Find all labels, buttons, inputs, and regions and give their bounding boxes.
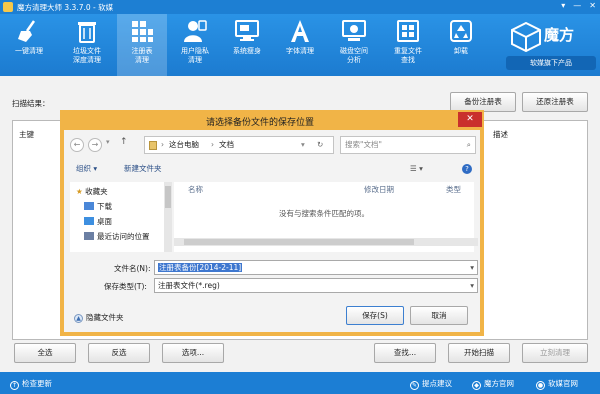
address-bar[interactable]: › 这台电脑 › 文档 ▾ ↻	[144, 136, 334, 154]
path-this-pc[interactable]: 这台电脑	[169, 137, 199, 153]
broom-icon	[18, 20, 36, 42]
registry-grid-icon	[132, 21, 153, 42]
column-name[interactable]: 名称	[188, 184, 203, 195]
command-bar: 组织 ▾ 新建文件夹 ☰ ▾ ?	[70, 160, 478, 178]
brand-area: 魔方 软媒旗下产品	[504, 18, 598, 74]
invert-select-button[interactable]: 反选	[88, 343, 150, 363]
select-all-button[interactable]: 全选	[14, 343, 76, 363]
font-clean-button[interactable]: 字体清理	[275, 14, 325, 76]
backup-registry-button[interactable]: 备份注册表	[450, 92, 516, 112]
magic-cube-logo-icon	[511, 22, 541, 52]
update-arrow-icon: ↑	[10, 381, 19, 390]
brand-tagline[interactable]: 软媒旗下产品	[506, 56, 596, 70]
minimize-button[interactable]: —	[573, 1, 581, 10]
new-folder-button[interactable]: 新建文件夹	[124, 160, 162, 178]
restore-registry-button[interactable]: 还原注册表	[522, 92, 588, 112]
filename-label: 文件名(N):	[114, 264, 151, 273]
registry-clean-button[interactable]: 注册表 清理	[117, 14, 167, 76]
hide-folders-toggle[interactable]: ▲ 隐藏文件夹	[74, 312, 124, 323]
mofang-site-link[interactable]: ◆ 魔方官网	[472, 378, 514, 390]
app-logo-icon	[3, 2, 13, 12]
help-icon[interactable]: ?	[462, 164, 472, 174]
filetype-label: 保存类型(T):	[104, 282, 147, 291]
one-click-clean-button[interactable]: 一键清理	[4, 14, 54, 76]
chevron-up-icon: ▲	[74, 314, 83, 323]
search-icon[interactable]: ⌕	[467, 137, 471, 153]
font-a-icon	[291, 20, 309, 42]
file-list-scrollbar[interactable]	[174, 238, 478, 246]
junk-files-button[interactable]: 垃圾文件 深度清理	[62, 14, 112, 76]
folder-path-icon	[149, 141, 157, 150]
menu-dropdown-icon[interactable]: ▾	[561, 1, 565, 10]
recent-dropdown-icon[interactable]: ▾	[106, 138, 110, 146]
search-input[interactable]: 搜索"文档" ⌕	[340, 136, 476, 154]
title-bar: 魔方清理大师 3.3.7.0 - 软媒 ▾ — ✕	[0, 0, 600, 14]
path-documents[interactable]: 文档	[219, 137, 234, 153]
save-button[interactable]: 保存(S)	[346, 306, 404, 325]
status-bar: ↑ 检查更新 ✎ 提点建议 ◆ 魔方官网 ● 软媒官网	[0, 372, 600, 394]
filetype-select[interactable]: 注册表文件(*.reg) ▾	[154, 278, 478, 293]
clean-now-button[interactable]: 立刻清理	[522, 343, 588, 363]
find-button[interactable]: 查找...	[374, 343, 436, 363]
column-type[interactable]: 类型	[446, 184, 461, 195]
ruanmei-logo-icon: ●	[536, 381, 545, 390]
cancel-button[interactable]: 取消	[410, 306, 468, 325]
nav-desktop[interactable]: 桌面	[84, 216, 112, 227]
desktop-icon	[84, 217, 94, 225]
up-arrow-icon[interactable]: ↑	[120, 137, 128, 147]
star-icon: ★	[76, 187, 83, 196]
address-row: ← → ▾ ↑ › 这台电脑 › 文档 ▾ ↻ 搜索"文档" ⌕	[70, 134, 478, 156]
feedback-icon: ✎	[410, 381, 419, 390]
dialog-title: 请选择备份文件的保存位置	[205, 118, 314, 128]
disk-analysis-icon	[342, 20, 366, 41]
privacy-user-icon	[184, 20, 207, 42]
dialog-title-bar: 请选择备份文件的保存位置 ✕	[60, 110, 484, 130]
nav-favorites[interactable]: ★ 收藏夹	[76, 186, 108, 197]
monitor-icon	[235, 20, 259, 41]
save-dialog: 请选择备份文件的保存位置 ✕ ← → ▾ ↑ › 这台电脑 › 文档 ▾ ↻ 搜…	[60, 110, 484, 336]
ruanmei-site-link[interactable]: ● 软媒官网	[536, 378, 578, 390]
options-button[interactable]: 选项...	[162, 343, 224, 363]
back-arrow-icon[interactable]: ←	[70, 138, 84, 152]
recent-places-icon	[84, 232, 94, 240]
close-window-button[interactable]: ✕	[589, 1, 596, 10]
nav-downloads[interactable]: 下载	[84, 201, 112, 212]
path-dropdown-icon[interactable]: ▾	[301, 137, 305, 153]
duplicate-files-button[interactable]: 重复文件 查找	[383, 14, 433, 76]
nav-recent[interactable]: 最近访问的位置	[84, 231, 150, 242]
duplicate-files-icon	[397, 20, 419, 42]
uninstall-button[interactable]: 卸载	[436, 14, 486, 76]
window-title: 魔方清理大师 3.3.7.0 - 软媒	[17, 3, 114, 12]
start-scan-button[interactable]: 开始扫描	[448, 343, 510, 363]
column-description[interactable]: 描述	[493, 129, 508, 140]
download-folder-icon	[84, 202, 94, 210]
disk-analysis-button[interactable]: 磁盘空间 分析	[329, 14, 379, 76]
nav-scrollbar[interactable]	[164, 182, 172, 252]
empty-message: 没有与搜索条件匹配的项。	[279, 209, 369, 218]
column-modified[interactable]: 修改日期	[364, 184, 394, 195]
filename-dropdown-icon[interactable]: ▾	[470, 261, 474, 274]
recycle-icon	[450, 20, 472, 42]
system-slim-button[interactable]: 系统瘦身	[222, 14, 272, 76]
privacy-clean-button[interactable]: 用户隐私 清理	[170, 14, 220, 76]
navigation-pane: ★ 收藏夹 下载 桌面 最近访问的位置	[70, 182, 170, 252]
view-options-icon[interactable]: ☰ ▾	[410, 160, 423, 178]
check-update-link[interactable]: ↑ 检查更新	[10, 378, 52, 390]
column-key[interactable]: 主键	[19, 129, 34, 140]
filename-input[interactable]: 注册表备份[2014-2-11] ▾	[154, 260, 478, 275]
feedback-link[interactable]: ✎ 提点建议	[410, 378, 452, 390]
organize-menu[interactable]: 组织 ▾	[76, 160, 97, 178]
scan-result-label: 扫描结果：	[12, 99, 50, 108]
dialog-close-button[interactable]: ✕	[458, 112, 482, 127]
trash-files-icon	[78, 22, 96, 43]
refresh-icon[interactable]: ↻	[317, 137, 323, 153]
forward-arrow-icon[interactable]: →	[88, 138, 102, 152]
mofang-logo-icon: ◆	[472, 381, 481, 390]
brand-name: 魔方	[544, 26, 575, 44]
main-toolbar: 一键清理 垃圾文件 深度清理 注册表 清理 用户隐私 清理 系统瘦身 字体清理 …	[0, 14, 600, 76]
filetype-dropdown-icon[interactable]: ▾	[470, 279, 474, 292]
